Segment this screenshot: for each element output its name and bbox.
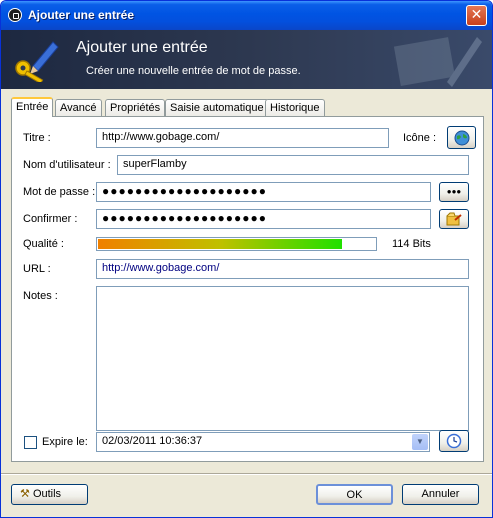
reveal-password-button[interactable]: ●●● — [439, 182, 469, 202]
close-icon: ✕ — [470, 7, 483, 23]
confirm-password-input[interactable]: ●●●●●●●●●●●●●●●●●●●● — [96, 209, 431, 229]
confirm-label: Confirmer : — [23, 213, 78, 225]
url-label: URL : — [23, 263, 51, 275]
tools-button-label: Outils — [32, 488, 62, 500]
window-title: Ajouter une entrée — [28, 8, 135, 22]
tab-avance[interactable]: Avancé — [55, 99, 102, 116]
expire-checkbox[interactable] — [24, 436, 37, 449]
password-generator-button[interactable] — [439, 209, 469, 229]
tab-proprietes[interactable]: Propriétés — [105, 99, 166, 116]
title-bar[interactable]: Ajouter une entrée ✕ — [1, 1, 492, 30]
quality-bits-text: 114 Bits — [392, 238, 431, 250]
expiry-date-picker[interactable]: 02/03/2011 10:36:37 ▼ — [96, 432, 430, 452]
tools-button[interactable]: ⚒ Outils — [11, 484, 88, 505]
cancel-button[interactable]: Annuler — [402, 484, 479, 505]
title-input[interactable]: http://www.gobage.com/ — [96, 128, 389, 148]
clock-icon — [446, 433, 462, 449]
title-label: Titre : — [23, 132, 51, 144]
entry-panel: Titre : http://www.gobage.com/ Icône : N… — [11, 116, 484, 462]
username-label: Nom d'utilisateur : — [23, 159, 111, 171]
lock-icon — [8, 8, 22, 22]
icon-picker-button[interactable] — [447, 126, 476, 149]
username-input[interactable]: superFlamby — [117, 155, 469, 175]
notes-textarea[interactable] — [96, 286, 469, 431]
tab-entree[interactable]: Entrée — [11, 97, 54, 117]
icon-label: Icône : — [403, 132, 437, 144]
notes-label: Notes : — [23, 290, 58, 302]
tools-icon: ⚒ — [20, 488, 30, 500]
tab-historique[interactable]: Historique — [265, 99, 325, 116]
globe-icon — [454, 130, 469, 146]
header-banner: Ajouter une entrée Créer une nouvelle en… — [1, 30, 492, 89]
password-input[interactable]: ●●●●●●●●●●●●●●●●●●●● — [96, 182, 431, 202]
url-input[interactable]: http://www.gobage.com/ — [96, 259, 469, 279]
dialog-window: Ajouter une entrée ✕ Ajouter une entrée … — [0, 0, 493, 518]
close-button[interactable]: ✕ — [466, 5, 487, 26]
expiry-presets-button[interactable] — [439, 430, 469, 452]
quality-progress-bar — [96, 237, 377, 251]
expiry-date-value: 02/03/2011 10:36:37 — [102, 435, 203, 447]
quality-progress-fill — [98, 239, 342, 249]
banner-title: Ajouter une entrée — [76, 39, 208, 56]
footer-divider — [1, 473, 492, 475]
quality-label: Qualité : — [23, 238, 64, 250]
password-label: Mot de passe : — [23, 186, 96, 198]
banner-background-icon — [393, 37, 482, 87]
banner-subtitle: Créer une nouvelle entrée de mot de pass… — [86, 65, 301, 77]
chevron-down-icon[interactable]: ▼ — [412, 434, 428, 450]
key-pen-icon — [15, 41, 59, 82]
expire-label: Expire le: — [42, 436, 88, 448]
dots-icon: ●●● — [446, 187, 462, 196]
ok-button[interactable]: OK — [316, 484, 393, 505]
tab-saisie-automatique[interactable]: Saisie automatique — [165, 99, 269, 116]
generator-icon — [446, 212, 462, 226]
